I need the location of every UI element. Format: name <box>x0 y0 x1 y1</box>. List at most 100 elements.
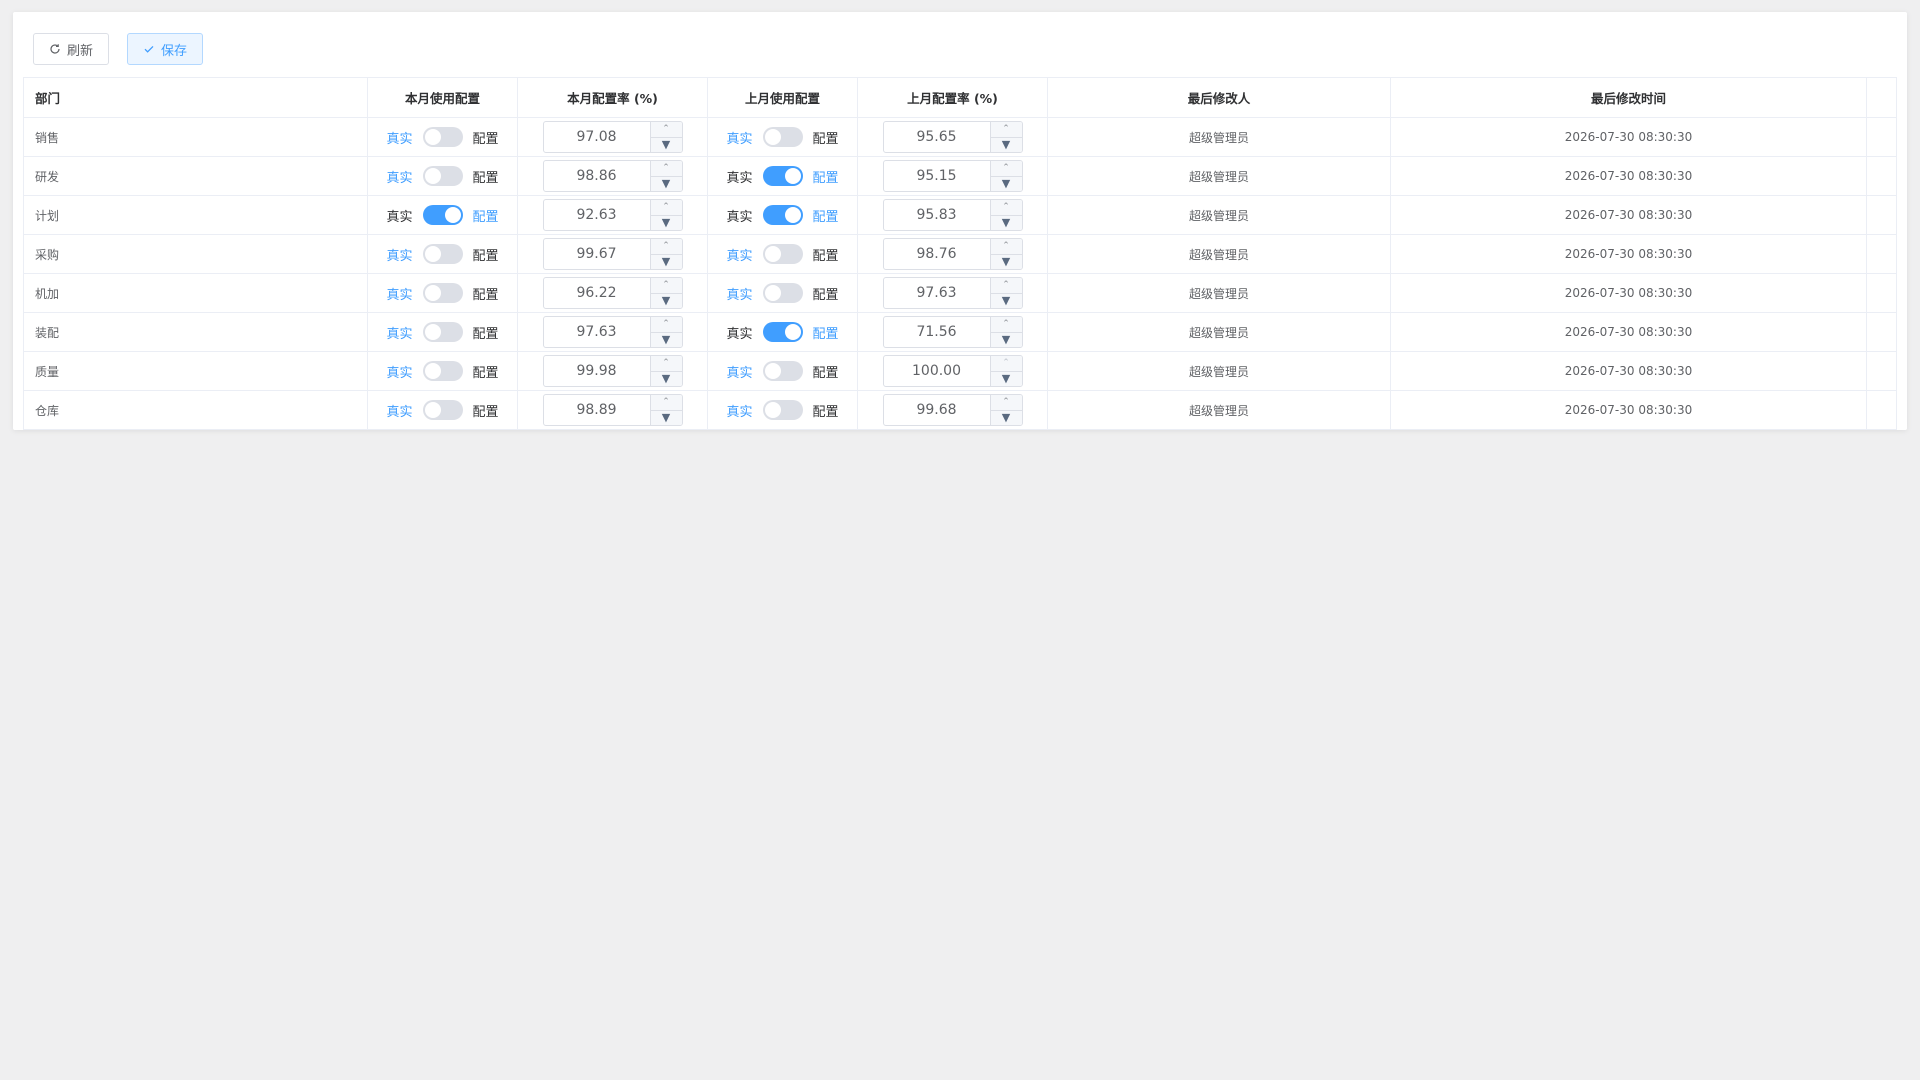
last-config-label[interactable]: 配置 <box>813 323 839 342</box>
decrease-icon[interactable]: ▼ <box>651 216 682 231</box>
increase-icon[interactable]: ⌃ <box>990 122 1022 138</box>
last-real-label[interactable]: 真实 <box>726 323 752 342</box>
col-header-dept[interactable]: 部门 <box>23 78 368 117</box>
decrease-icon[interactable]: ▼ <box>991 138 1022 153</box>
cur-real-label[interactable]: 真实 <box>386 206 412 225</box>
cur-rate-input[interactable] <box>543 317 650 347</box>
last-real-label[interactable]: 真实 <box>726 401 752 420</box>
last-toggle-switch[interactable] <box>762 283 803 303</box>
last-toggle-switch[interactable] <box>762 400 803 420</box>
decrease-icon[interactable]: ▼ <box>991 216 1022 231</box>
cur-toggle-switch[interactable] <box>422 400 463 420</box>
decrease-icon[interactable]: ▼ <box>651 294 682 309</box>
increase-icon[interactable]: ⌃ <box>990 356 1022 372</box>
last-rate-input[interactable] <box>883 278 990 308</box>
last-toggle-switch[interactable] <box>762 322 803 342</box>
cur-rate-input[interactable] <box>543 200 650 230</box>
last-real-label[interactable]: 真实 <box>726 167 752 186</box>
cur-real-label[interactable]: 真实 <box>386 323 412 342</box>
increase-icon[interactable]: ⌃ <box>650 200 682 216</box>
cur-config-label[interactable]: 配置 <box>473 401 499 420</box>
increase-icon[interactable]: ⌃ <box>650 278 682 294</box>
cur-config-label[interactable]: 配置 <box>473 245 499 264</box>
last-toggle-switch[interactable] <box>762 127 803 147</box>
decrease-icon[interactable]: ▼ <box>651 372 682 387</box>
cur-rate-input[interactable] <box>543 356 650 386</box>
last-rate-input[interactable] <box>883 317 990 347</box>
cur-toggle-switch[interactable] <box>422 322 463 342</box>
last-rate-input[interactable] <box>883 122 990 152</box>
cur-config-label[interactable]: 配置 <box>473 284 499 303</box>
decrease-icon[interactable]: ▼ <box>991 372 1022 387</box>
decrease-icon[interactable]: ▼ <box>651 255 682 270</box>
cur-config-label[interactable]: 配置 <box>473 167 499 186</box>
last-toggle-switch[interactable] <box>762 244 803 264</box>
increase-icon[interactable]: ⌃ <box>650 356 682 372</box>
increase-icon[interactable]: ⌃ <box>650 239 682 255</box>
col-header-cur-config[interactable]: 本月使用配置 <box>368 78 518 117</box>
increase-icon[interactable]: ⌃ <box>650 161 682 177</box>
cur-rate-input[interactable] <box>543 278 650 308</box>
last-config-label[interactable]: 配置 <box>813 284 839 303</box>
col-header-modifier[interactable]: 最后修改人 <box>1048 78 1391 117</box>
increase-icon[interactable]: ⌃ <box>650 122 682 138</box>
cur-toggle-switch[interactable] <box>422 127 463 147</box>
increase-icon[interactable]: ⌃ <box>990 161 1022 177</box>
cur-rate-input[interactable] <box>543 239 650 269</box>
col-header-last-rate[interactable]: 上月配置率 (%) <box>858 78 1048 117</box>
last-config-label[interactable]: 配置 <box>813 245 839 264</box>
last-toggle-switch[interactable] <box>762 205 803 225</box>
last-real-label[interactable]: 真实 <box>726 206 752 225</box>
last-config-label[interactable]: 配置 <box>813 128 839 147</box>
last-real-label[interactable]: 真实 <box>726 284 752 303</box>
cur-real-label[interactable]: 真实 <box>386 284 412 303</box>
last-config-label[interactable]: 配置 <box>813 167 839 186</box>
decrease-icon[interactable]: ▼ <box>991 333 1022 348</box>
cur-toggle-switch[interactable] <box>422 244 463 264</box>
col-header-last-config[interactable]: 上月使用配置 <box>708 78 858 117</box>
cur-config-label[interactable]: 配置 <box>473 206 499 225</box>
last-config-label[interactable]: 配置 <box>813 362 839 381</box>
cur-config-label[interactable]: 配置 <box>473 128 499 147</box>
last-toggle-switch[interactable] <box>762 166 803 186</box>
last-rate-input[interactable] <box>883 356 990 386</box>
last-config-label[interactable]: 配置 <box>813 206 839 225</box>
last-rate-input[interactable] <box>883 200 990 230</box>
cur-rate-input[interactable] <box>543 161 650 191</box>
cur-real-label[interactable]: 真实 <box>386 245 412 264</box>
last-config-label[interactable]: 配置 <box>813 401 839 420</box>
last-real-label[interactable]: 真实 <box>726 245 752 264</box>
last-toggle-switch[interactable] <box>762 361 803 381</box>
increase-icon[interactable]: ⌃ <box>650 317 682 333</box>
save-button[interactable]: 保存 <box>127 33 203 65</box>
cur-toggle-switch[interactable] <box>422 361 463 381</box>
last-real-label[interactable]: 真实 <box>726 362 752 381</box>
cur-config-label[interactable]: 配置 <box>473 323 499 342</box>
cur-real-label[interactable]: 真实 <box>386 167 412 186</box>
increase-icon[interactable]: ⌃ <box>990 317 1022 333</box>
cur-rate-input[interactable] <box>543 395 650 425</box>
increase-icon[interactable]: ⌃ <box>990 200 1022 216</box>
decrease-icon[interactable]: ▼ <box>651 138 682 153</box>
decrease-icon[interactable]: ▼ <box>991 255 1022 270</box>
col-header-time[interactable]: 最后修改时间 <box>1391 78 1867 117</box>
last-rate-input[interactable] <box>883 161 990 191</box>
cur-real-label[interactable]: 真实 <box>386 401 412 420</box>
decrease-icon[interactable]: ▼ <box>651 333 682 348</box>
last-real-label[interactable]: 真实 <box>726 128 752 147</box>
refresh-button[interactable]: 刷新 <box>33 33 109 65</box>
decrease-icon[interactable]: ▼ <box>991 411 1022 426</box>
cur-real-label[interactable]: 真实 <box>386 128 412 147</box>
last-rate-input[interactable] <box>883 239 990 269</box>
last-rate-input[interactable] <box>883 395 990 425</box>
increase-icon[interactable]: ⌃ <box>650 395 682 411</box>
decrease-icon[interactable]: ▼ <box>991 177 1022 192</box>
cur-toggle-switch[interactable] <box>422 205 463 225</box>
decrease-icon[interactable]: ▼ <box>991 294 1022 309</box>
cur-toggle-switch[interactable] <box>422 283 463 303</box>
increase-icon[interactable]: ⌃ <box>990 278 1022 294</box>
cur-toggle-switch[interactable] <box>422 166 463 186</box>
col-header-cur-rate[interactable]: 本月配置率 (%) <box>518 78 708 117</box>
decrease-icon[interactable]: ▼ <box>651 177 682 192</box>
increase-icon[interactable]: ⌃ <box>990 239 1022 255</box>
